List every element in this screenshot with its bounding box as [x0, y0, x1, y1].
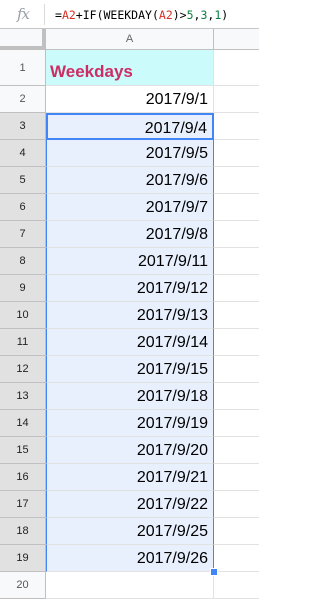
table-row: 9 2017/9/12	[0, 275, 259, 302]
row-header[interactable]: 1	[0, 50, 46, 86]
date-cell[interactable]: 2017/9/14	[46, 329, 214, 356]
date-cell[interactable]: 2017/9/18	[46, 383, 214, 410]
table-row: 6 2017/9/7	[0, 194, 259, 221]
empty-cell[interactable]	[214, 329, 259, 356]
date-cell[interactable]: 2017/9/5	[46, 140, 214, 167]
table-row: 16 2017/9/21	[0, 464, 259, 491]
table-row: 15 2017/9/20	[0, 437, 259, 464]
formula-token: )>	[172, 8, 187, 22]
empty-cell[interactable]	[214, 464, 259, 491]
empty-cell[interactable]	[214, 572, 259, 599]
table-row: 11 2017/9/14	[0, 329, 259, 356]
row-header[interactable]: 13	[0, 383, 46, 410]
date-cell[interactable]: 2017/9/1	[46, 86, 214, 113]
empty-cell[interactable]	[214, 86, 259, 113]
row-header[interactable]: 14	[0, 410, 46, 437]
column-header-b[interactable]	[214, 29, 259, 50]
row-header[interactable]: 15	[0, 437, 46, 464]
row-header[interactable]: 16	[0, 464, 46, 491]
empty-cell[interactable]	[214, 275, 259, 302]
empty-cell[interactable]	[214, 113, 259, 140]
table-row: 14 2017/9/19	[0, 410, 259, 437]
date-cell[interactable]: 2017/9/13	[46, 302, 214, 329]
table-row: 12 2017/9/15	[0, 356, 259, 383]
date-cell[interactable]: 2017/9/25	[46, 518, 214, 545]
table-row: 5 2017/9/6	[0, 167, 259, 194]
empty-cell[interactable]	[214, 356, 259, 383]
row-header[interactable]: 10	[0, 302, 46, 329]
formula-bar-divider	[44, 4, 45, 25]
table-row: 17 2017/9/22	[0, 491, 259, 518]
date-cell[interactable]: 2017/9/4	[46, 113, 214, 140]
row-header[interactable]: 3	[0, 113, 46, 140]
date-cell[interactable]: 2017/9/15	[46, 356, 214, 383]
date-cell[interactable]: 2017/9/22	[46, 491, 214, 518]
formula-input[interactable]: =A2+IF(WEEKDAY(A2)>5,3,1)	[55, 8, 228, 22]
empty-cell[interactable]	[214, 491, 259, 518]
formula-token: A2	[158, 8, 173, 22]
row-header[interactable]: 5	[0, 167, 46, 194]
formula-token: 5	[186, 8, 194, 22]
header-cell[interactable]: Weekdays	[46, 50, 214, 86]
select-all-corner[interactable]	[0, 29, 46, 50]
empty-cell[interactable]	[214, 518, 259, 545]
date-cell[interactable]: 2017/9/19	[46, 410, 214, 437]
row-header[interactable]: 19	[0, 545, 46, 572]
formula-token: )	[221, 8, 229, 22]
table-row: 18 2017/9/25	[0, 518, 259, 545]
date-cell[interactable]: 2017/9/6	[46, 167, 214, 194]
table-row: 4 2017/9/5	[0, 140, 259, 167]
date-cell[interactable]: 2017/9/12	[46, 275, 214, 302]
row-header[interactable]: 6	[0, 194, 46, 221]
table-row: 1 Weekdays	[0, 50, 259, 86]
date-cell[interactable]: 2017/9/20	[46, 437, 214, 464]
table-row: 7 2017/9/8	[0, 221, 259, 248]
empty-cell[interactable]	[214, 383, 259, 410]
empty-cell[interactable]	[214, 221, 259, 248]
empty-cell[interactable]	[214, 50, 259, 86]
empty-cell[interactable]	[214, 167, 259, 194]
empty-cell[interactable]	[214, 248, 259, 275]
empty-cell[interactable]	[214, 410, 259, 437]
table-row: 19 2017/9/26	[0, 545, 259, 572]
row-header[interactable]: 18	[0, 518, 46, 545]
row-header[interactable]: 2	[0, 86, 46, 113]
empty-cell[interactable]	[214, 437, 259, 464]
empty-cell[interactable]	[214, 194, 259, 221]
row-header[interactable]: 4	[0, 140, 46, 167]
table-row: 2 2017/9/1	[0, 86, 259, 113]
row-header[interactable]: 17	[0, 491, 46, 518]
date-cell[interactable]: 2017/9/7	[46, 194, 214, 221]
formula-token: A2	[61, 8, 76, 22]
row-header[interactable]: 12	[0, 356, 46, 383]
row-header[interactable]: 8	[0, 248, 46, 275]
table-row: 8 2017/9/11	[0, 248, 259, 275]
row-header[interactable]: 9	[0, 275, 46, 302]
date-cell[interactable]: 2017/9/26	[46, 545, 214, 572]
formula-token: =	[55, 8, 62, 22]
row-header[interactable]: 11	[0, 329, 46, 356]
table-row: 20	[0, 572, 259, 599]
formula-token: +IF(WEEKDAY(	[75, 8, 159, 22]
column-header-a[interactable]: A	[46, 29, 214, 50]
fill-handle[interactable]	[210, 568, 218, 576]
empty-cell[interactable]	[214, 545, 259, 572]
table-row: 10 2017/9/13	[0, 302, 259, 329]
empty-cell[interactable]	[214, 302, 259, 329]
empty-cell[interactable]	[214, 140, 259, 167]
row-header[interactable]: 7	[0, 221, 46, 248]
table-row: 13 2017/9/18	[0, 383, 259, 410]
table-row: 3 2017/9/4	[0, 113, 259, 140]
row-header[interactable]: 20	[0, 572, 46, 599]
date-cell[interactable]: 2017/9/11	[46, 248, 214, 275]
date-cell[interactable]: 2017/9/21	[46, 464, 214, 491]
date-cell[interactable]	[46, 572, 214, 599]
date-cell[interactable]: 2017/9/8	[46, 221, 214, 248]
formula-bar[interactable]: fx =A2+IF(WEEKDAY(A2)>5,3,1)	[0, 0, 259, 29]
fx-icon: fx	[17, 5, 30, 23]
